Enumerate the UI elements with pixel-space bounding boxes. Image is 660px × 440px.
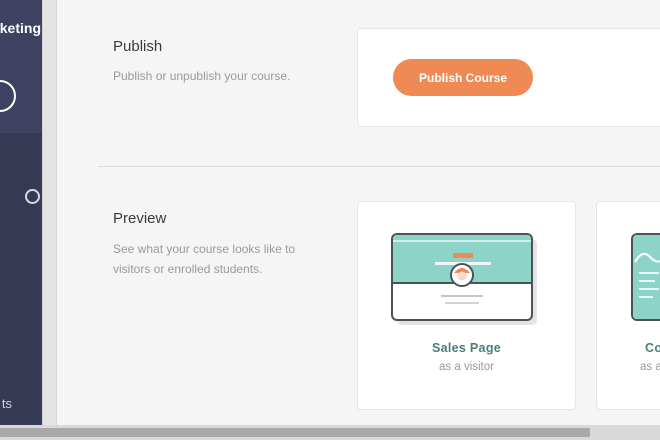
publish-course-button[interactable]: Publish Course: [393, 59, 533, 96]
main-content: Publish Publish or unpublish your course…: [57, 0, 660, 425]
sales-page-illustration-icon: [391, 233, 537, 325]
preview-description-line-2: visitors or enrolled students.: [113, 262, 263, 276]
sales-page-preview-card[interactable]: Sales Page as a visitor: [357, 201, 576, 410]
profile-ring-icon[interactable]: [0, 80, 16, 112]
publish-section-description: Publish or unpublish your course.: [113, 69, 291, 83]
preview-section-description: See what your course looks like to visit…: [113, 239, 333, 279]
course-page-preview-card[interactable]: Co as a: [596, 201, 660, 410]
sidebar: keting ts: [0, 0, 42, 425]
school-name[interactable]: keting: [0, 20, 41, 36]
circle-indicator-icon[interactable]: [25, 189, 40, 204]
sidebar-scroll-gutter: [42, 0, 57, 425]
sidebar-header: keting: [0, 0, 42, 133]
preview-section-title: Preview: [113, 210, 167, 227]
course-page-sublabel: as a: [640, 361, 660, 373]
sidebar-item-label[interactable]: ts: [2, 396, 12, 411]
horizontal-scrollbar-thumb[interactable]: [0, 428, 590, 437]
preview-description-line-1: See what your course looks like to: [113, 242, 296, 256]
section-divider: [98, 166, 660, 167]
publish-section-title: Publish: [113, 38, 163, 55]
course-page-label: Co: [645, 341, 660, 355]
sales-page-sublabel: as a visitor: [439, 361, 494, 373]
course-page-illustration-icon: [631, 233, 660, 321]
sales-page-label: Sales Page: [431, 341, 501, 355]
